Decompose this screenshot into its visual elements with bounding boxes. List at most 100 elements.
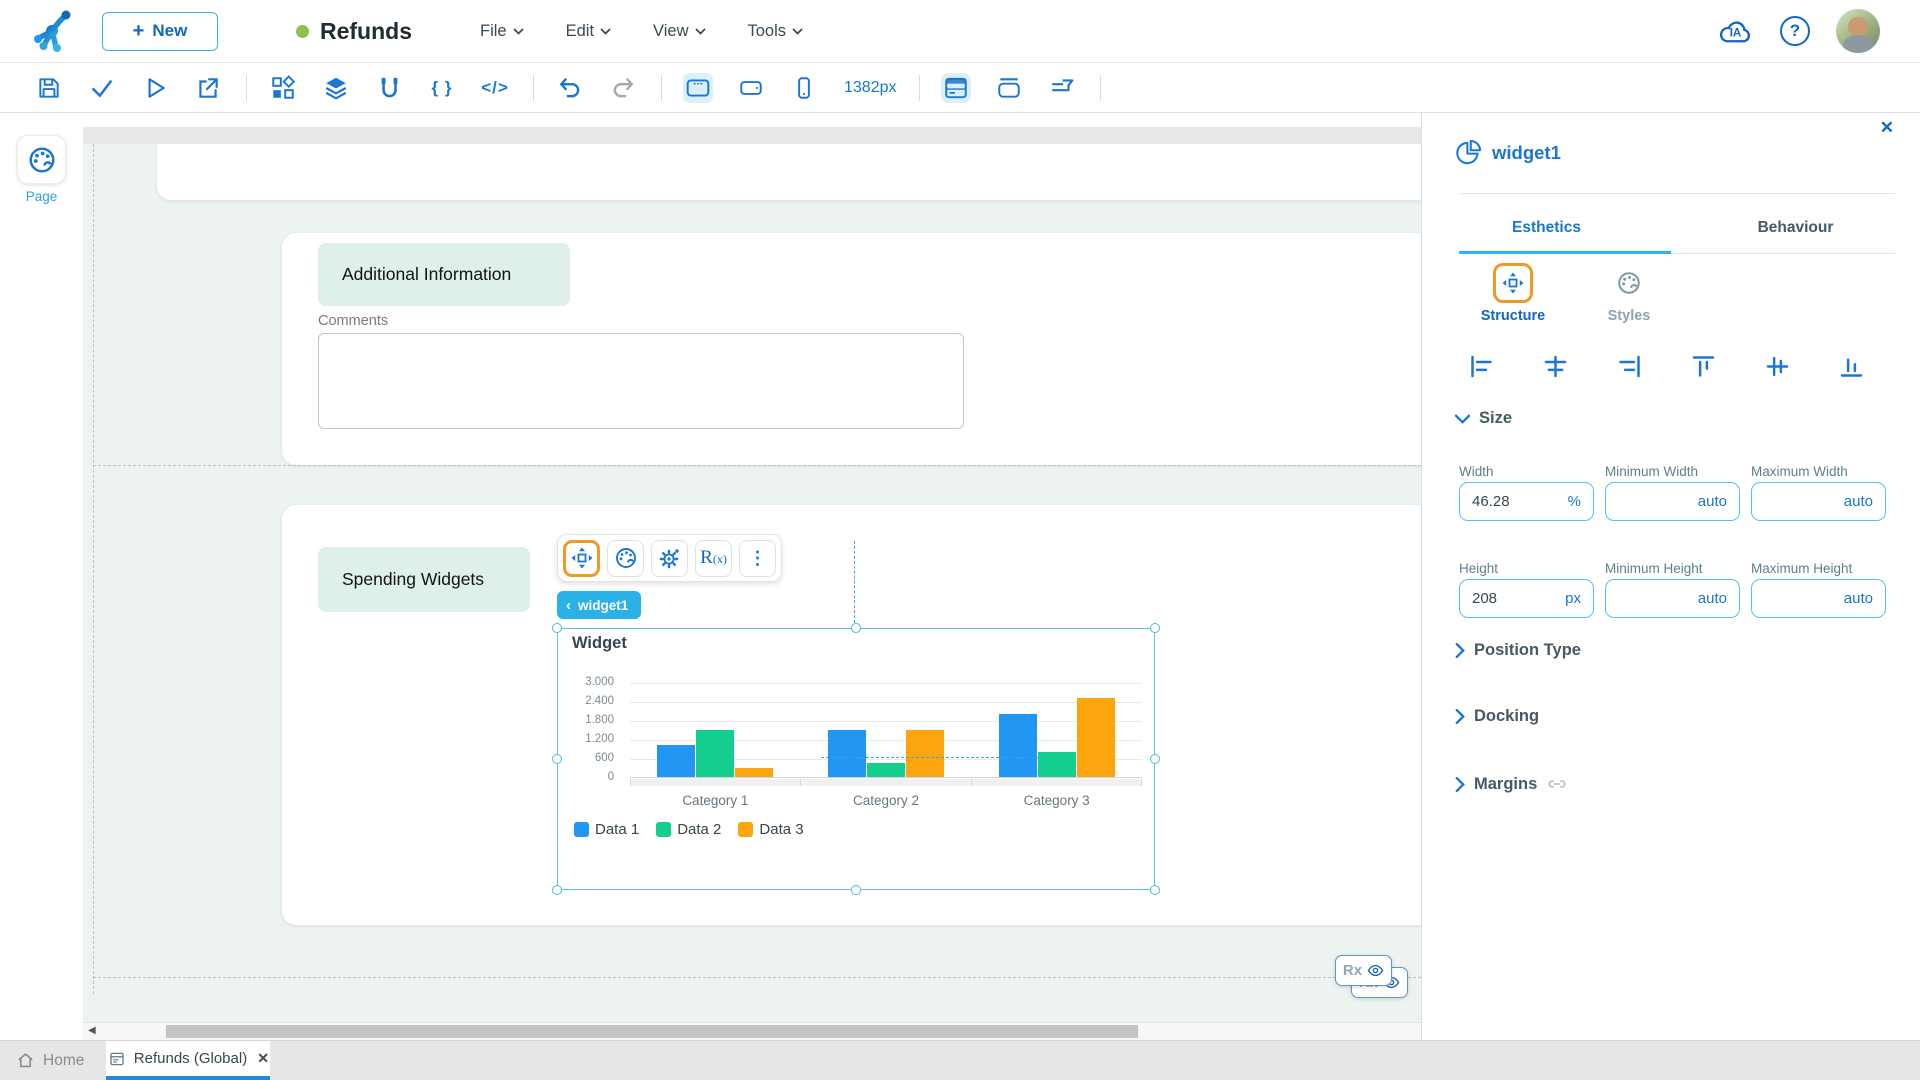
docking-section-header[interactable]: Docking	[1455, 707, 1539, 726]
components-button[interactable]	[268, 73, 298, 103]
design-canvas[interactable]: Additional Information Comments Spending…	[83, 113, 1421, 1022]
tab-behaviour[interactable]: Behaviour	[1671, 209, 1920, 251]
structure-tool-button[interactable]	[563, 540, 600, 577]
layout-panels-button[interactable]	[941, 73, 971, 103]
new-button[interactable]: + New	[102, 12, 218, 51]
redo-button[interactable]	[608, 73, 638, 103]
tab-esthetics[interactable]: Esthetics	[1422, 209, 1671, 251]
source-code-button[interactable]: </>	[480, 73, 510, 103]
y-tick-label: 0	[608, 771, 614, 783]
close-tab-icon[interactable]: ✕	[257, 1050, 269, 1067]
layout-header-button[interactable]	[994, 73, 1024, 103]
min-width-input[interactable]	[1618, 493, 1727, 510]
align-left-button[interactable]	[1466, 351, 1496, 381]
selection-handle-sw[interactable]	[552, 885, 562, 895]
subtab-styles[interactable]: Styles	[1569, 263, 1689, 324]
selected-widget-tag[interactable]: ‹ widget1	[557, 591, 641, 619]
selection-handle-nw[interactable]	[552, 623, 562, 633]
ia-cloud-badge[interactable]: IA	[1717, 16, 1754, 46]
avatar[interactable]	[1836, 9, 1880, 53]
min-height-field[interactable]	[1605, 579, 1740, 618]
align-bottom-button[interactable]	[1836, 351, 1866, 381]
menu-tools[interactable]: Tools	[748, 22, 804, 41]
json-button[interactable]: { }	[427, 73, 457, 103]
max-height-label: Maximum Height	[1751, 561, 1852, 576]
bar-data-3	[1077, 698, 1115, 777]
align-top-button[interactable]	[1688, 351, 1718, 381]
device-tablet-button[interactable]	[736, 73, 766, 103]
selection-handle-ne[interactable]	[1150, 623, 1160, 633]
page-element-button[interactable]	[17, 135, 66, 184]
menu-view[interactable]: View	[653, 22, 705, 41]
tab-home[interactable]: Home	[0, 1041, 106, 1080]
section-additional-information[interactable]: Additional Information Comments	[282, 233, 1421, 465]
close-panel-icon[interactable]: ✕	[1880, 118, 1894, 138]
max-width-input[interactable]	[1764, 493, 1873, 510]
max-height-input[interactable]	[1764, 590, 1873, 607]
selection-handle-n[interactable]	[851, 623, 861, 633]
layers-button[interactable]	[321, 73, 351, 103]
device-phone-button[interactable]	[789, 73, 819, 103]
section-title-badge[interactable]: Spending Widgets	[318, 547, 530, 612]
settings-tool-button[interactable]	[651, 540, 688, 577]
selection-handle-w[interactable]	[552, 754, 562, 764]
app-logo-icon[interactable]	[30, 8, 74, 54]
undo-button[interactable]	[555, 73, 585, 103]
menu-edit[interactable]: Edit	[566, 22, 611, 41]
max-width-field[interactable]	[1751, 482, 1886, 521]
section-card-partial[interactable]	[157, 144, 1421, 200]
connectors-button[interactable]	[374, 73, 404, 103]
save-button[interactable]	[34, 73, 64, 103]
legend-item[interactable]: Data 3	[738, 821, 803, 838]
width-input[interactable]	[1472, 493, 1564, 510]
panel-widget-title: widget1	[1492, 142, 1561, 164]
legend-item[interactable]: Data 1	[574, 821, 639, 838]
min-height-input[interactable]	[1618, 590, 1727, 607]
height-field[interactable]: px	[1459, 579, 1594, 618]
min-width-field[interactable]	[1605, 482, 1740, 521]
height-input[interactable]	[1472, 590, 1561, 607]
margins-section-header[interactable]: Margins	[1455, 773, 1568, 795]
pie-chart-icon	[1455, 139, 1482, 166]
align-center-horizontal-button[interactable]	[1540, 351, 1570, 381]
tab-refunds-global[interactable]: Refunds (Global) ✕	[106, 1041, 270, 1080]
validate-button[interactable]	[87, 73, 117, 103]
legend-item[interactable]: Data 2	[656, 821, 721, 838]
styles-tool-button[interactable]	[607, 540, 644, 577]
bar-data-1	[828, 730, 866, 778]
bar-data-2	[1038, 752, 1076, 777]
width-label: Width	[1459, 464, 1494, 479]
publish-button[interactable]	[193, 73, 223, 103]
align-right-button[interactable]	[1614, 351, 1644, 381]
max-height-field[interactable]	[1751, 579, 1886, 618]
filter-layout-button[interactable]	[1047, 73, 1077, 103]
link-icon[interactable]	[1546, 773, 1568, 795]
preview-button[interactable]	[140, 73, 170, 103]
selection-handle-s[interactable]	[851, 885, 861, 895]
width-field[interactable]: %	[1459, 482, 1594, 521]
scroll-left-arrow[interactable]: ◀	[88, 1025, 96, 1036]
position-type-section-header[interactable]: Position Type	[1455, 641, 1581, 660]
bar-data-1	[999, 714, 1037, 777]
section-title-badge[interactable]: Additional Information	[318, 243, 570, 306]
align-middle-button[interactable]	[1762, 351, 1792, 381]
scrollbar-thumb[interactable]	[166, 1025, 1138, 1038]
more-options-button[interactable]: ⋮	[739, 540, 776, 577]
selection-handle-e[interactable]	[1150, 754, 1160, 764]
rx-visibility-badge[interactable]: Rx	[1335, 955, 1392, 986]
comments-textarea[interactable]	[318, 333, 964, 429]
move-icon	[570, 546, 594, 570]
device-desktop-button[interactable]	[683, 73, 713, 103]
horizontal-scrollbar[interactable]: ◀ ▶	[83, 1022, 1421, 1040]
menu-file[interactable]: File	[480, 22, 524, 41]
subtab-structure[interactable]: Structure	[1453, 263, 1573, 324]
y-tick-label: 3.000	[585, 676, 614, 688]
size-section-header[interactable]: Size	[1455, 409, 1512, 428]
selection-handle-se[interactable]	[1150, 885, 1160, 895]
rules-tool-button[interactable]: R(x)	[695, 540, 732, 577]
chart-widget-selection[interactable]: Widget 06001.2001.8002.4003.000 Category…	[557, 628, 1155, 890]
bar-group	[971, 683, 1142, 777]
help-icon[interactable]: ?	[1780, 16, 1810, 46]
legend-label: Data 3	[759, 821, 803, 838]
page-bottom-dashed	[93, 977, 1421, 978]
